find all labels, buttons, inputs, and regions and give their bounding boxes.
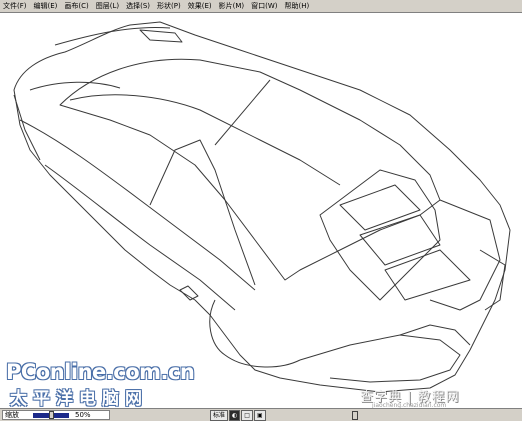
mirror (179, 285, 199, 301)
menu-movie[interactable]: 影片(M) (216, 0, 249, 13)
menu-select[interactable]: 选择(S) (123, 0, 154, 13)
menu-window[interactable]: 窗口(W) (248, 0, 281, 13)
zoom-slider[interactable] (33, 410, 69, 419)
zoom-label: 缩放 (5, 410, 19, 419)
rear-deck (429, 199, 501, 311)
menu-bar: 文件(F) 编辑(E) 画布(C) 图层(L) 选择(S) 形状(P) 效果(E… (0, 0, 522, 13)
menu-edit[interactable]: 编辑(E) (31, 0, 62, 13)
menu-file[interactable]: 文件(F) (0, 0, 31, 13)
louver-3 (384, 249, 471, 301)
hood-line (29, 81, 121, 91)
horizontal-scrollbar[interactable] (270, 411, 520, 420)
door-line (149, 139, 256, 286)
roof-edge (69, 94, 341, 186)
menu-effects[interactable]: 效果(E) (185, 0, 216, 13)
front-edge (13, 94, 41, 161)
side-line-1 (19, 119, 256, 291)
nose-detail (139, 29, 183, 43)
rear-bumper (299, 334, 461, 383)
standard-view-button[interactable]: 标准 (210, 410, 229, 421)
menu-shape[interactable]: 形状(P) (154, 0, 185, 13)
window-mode-button[interactable]: □ (241, 410, 253, 421)
preview-mode-button[interactable]: ▣ (253, 410, 266, 421)
menu-help[interactable]: 帮助(H) (282, 0, 314, 13)
view-mode-buttons: 标准 ◐ □ ▣ (210, 410, 266, 421)
louver-1 (339, 184, 421, 231)
menu-layer[interactable]: 图层(L) (93, 0, 123, 13)
site-slogan-watermark: 太平洋电脑网 (10, 389, 148, 409)
front-splitter (54, 26, 171, 46)
zoom-percent: 50% (75, 410, 91, 419)
fullscreen-toggle-button[interactable]: ◐ (229, 410, 241, 421)
status-bar: 缩放 50% 标准 ◐ □ ▣ (0, 408, 522, 421)
scrollbar-thumb[interactable] (352, 411, 358, 420)
engine-cover (319, 169, 441, 301)
zoom-slider-thumb[interactable] (49, 410, 54, 419)
site-logo-watermark: PConline.com.cn (6, 360, 195, 384)
drawing-canvas[interactable] (0, 13, 522, 408)
menu-canvas[interactable]: 画布(C) (61, 0, 92, 13)
zoom-control[interactable]: 缩放 50% (2, 410, 110, 420)
car-roof (59, 58, 441, 281)
tail-detail (399, 324, 471, 346)
side-line-2 (44, 164, 236, 311)
windshield-line (214, 79, 271, 146)
car-body-outline (13, 21, 511, 393)
